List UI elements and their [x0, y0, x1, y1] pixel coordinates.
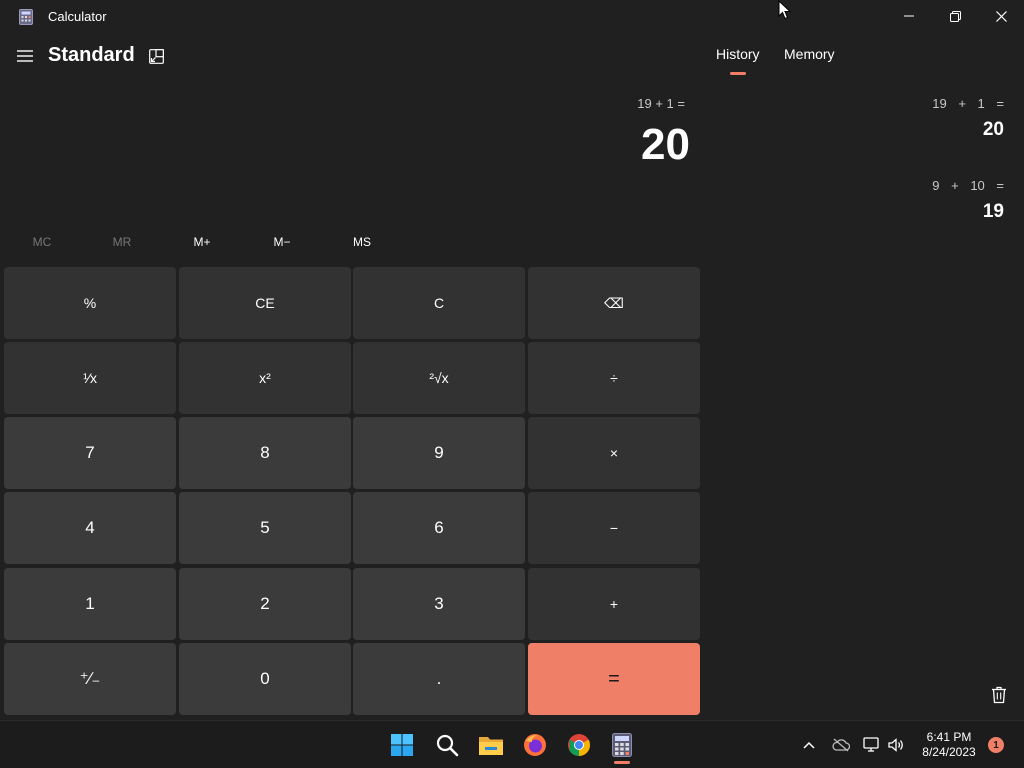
memory-subtract-button[interactable]: M−	[244, 228, 320, 256]
square-root-button[interactable]: ²√x	[353, 342, 525, 414]
digit-9-button[interactable]: 9	[353, 417, 525, 489]
speaker-icon	[888, 738, 903, 752]
result-display: 20	[641, 120, 690, 169]
active-tab-indicator	[730, 72, 746, 75]
history-item[interactable]: 19 + 1 = 20	[932, 96, 1004, 141]
clock-date: 8/24/2023	[922, 745, 976, 759]
keep-on-top-icon	[148, 48, 164, 64]
calculator-taskbar-button[interactable]	[606, 729, 638, 761]
tab-memory[interactable]: Memory	[784, 46, 835, 62]
history-expression: 19 + 1 =	[932, 96, 1004, 111]
minimize-icon	[904, 15, 914, 17]
network-button[interactable]	[862, 735, 882, 755]
negate-button[interactable]: ⁺∕₋	[4, 643, 176, 715]
equals-button[interactable]: =	[528, 643, 700, 715]
chrome-button[interactable]	[563, 729, 595, 761]
tab-history[interactable]: History	[716, 46, 760, 62]
taskbar-clock[interactable]: 6:41 PM 8/24/2023	[916, 730, 982, 760]
history-result: 20	[982, 119, 1004, 140]
firefox-button[interactable]	[519, 729, 551, 761]
history-item[interactable]: 9 + 10 = 19	[932, 178, 1004, 223]
title-bar: Calculator	[0, 0, 1024, 34]
backspace-button[interactable]: ⌫	[528, 267, 700, 339]
volume-button[interactable]	[886, 735, 906, 755]
keep-on-top-button[interactable]	[146, 46, 166, 66]
active-app-indicator	[614, 761, 630, 764]
history-expression: 9 + 10 =	[932, 178, 1004, 193]
mode-title: Standard	[48, 44, 135, 66]
divide-button[interactable]: ÷	[528, 342, 700, 414]
history-result: 19	[982, 201, 1004, 222]
reciprocal-button[interactable]: ¹⁄x	[4, 342, 176, 414]
mouse-cursor-icon	[778, 0, 792, 20]
taskbar: 6:41 PM 8/24/2023 1	[0, 720, 1024, 768]
digit-6-button[interactable]: 6	[353, 492, 525, 564]
show-hidden-icons-button[interactable]	[799, 735, 819, 755]
digit-7-button[interactable]: 7	[4, 417, 176, 489]
subtract-button[interactable]: −	[528, 492, 700, 564]
calculator-icon	[612, 733, 632, 757]
memory-recall-button[interactable]: MR	[84, 228, 160, 256]
add-button[interactable]: +	[528, 568, 700, 640]
memory-clear-button[interactable]: MC	[4, 228, 80, 256]
navigation-menu-button[interactable]	[14, 44, 36, 68]
onedrive-cloud-icon	[832, 738, 850, 752]
digit-1-button[interactable]: 1	[4, 568, 176, 640]
clear-entry-button[interactable]: CE	[179, 267, 351, 339]
clear-history-button[interactable]	[990, 686, 1010, 706]
chrome-icon	[568, 734, 590, 756]
onedrive-button[interactable]	[831, 735, 851, 755]
digit-4-button[interactable]: 4	[4, 492, 176, 564]
expression-display: 19 + 1 =	[637, 96, 685, 111]
digit-2-button[interactable]: 2	[179, 568, 351, 640]
memory-add-button[interactable]: M+	[164, 228, 240, 256]
hamburger-menu-icon	[17, 50, 33, 62]
multiply-button[interactable]: ×	[528, 417, 700, 489]
restore-icon	[949, 10, 961, 22]
close-icon	[995, 10, 1007, 22]
chevron-up-icon	[803, 741, 815, 749]
trash-icon	[992, 686, 1006, 704]
digit-5-button[interactable]: 5	[179, 492, 351, 564]
close-button[interactable]	[978, 0, 1024, 32]
digit-8-button[interactable]: 8	[179, 417, 351, 489]
start-icon	[391, 734, 413, 756]
firefox-icon	[524, 734, 546, 756]
file-explorer-button[interactable]	[475, 729, 507, 761]
restore-button[interactable]	[932, 0, 978, 32]
decimal-button[interactable]: .	[353, 643, 525, 715]
start-button[interactable]	[386, 729, 418, 761]
percent-button[interactable]: %	[4, 267, 176, 339]
memory-store-button[interactable]: MS	[324, 228, 400, 256]
search-icon	[436, 734, 459, 757]
digit-3-button[interactable]: 3	[353, 568, 525, 640]
square-button[interactable]: x²	[179, 342, 351, 414]
digit-0-button[interactable]: 0	[179, 643, 351, 715]
file-explorer-icon	[479, 737, 503, 755]
keypad: % CE C ⌫ ¹⁄x x² ²√x ÷ 7 8 9 × 4 5 6− 1 2 3 + ⁺∕₋ 0. =	[4, 267, 701, 717]
network-icon	[863, 737, 879, 752]
window-title: Calculator	[48, 9, 107, 24]
clock-time: 6:41 PM	[926, 730, 972, 744]
clear-button[interactable]: C	[353, 267, 525, 339]
taskbar-search-button[interactable]	[431, 729, 463, 761]
notification-badge[interactable]: 1	[988, 737, 1004, 753]
memory-row: MC MR M+ M− MS	[4, 228, 404, 256]
minimize-button[interactable]	[886, 0, 932, 32]
calculator-app-icon	[19, 9, 33, 25]
